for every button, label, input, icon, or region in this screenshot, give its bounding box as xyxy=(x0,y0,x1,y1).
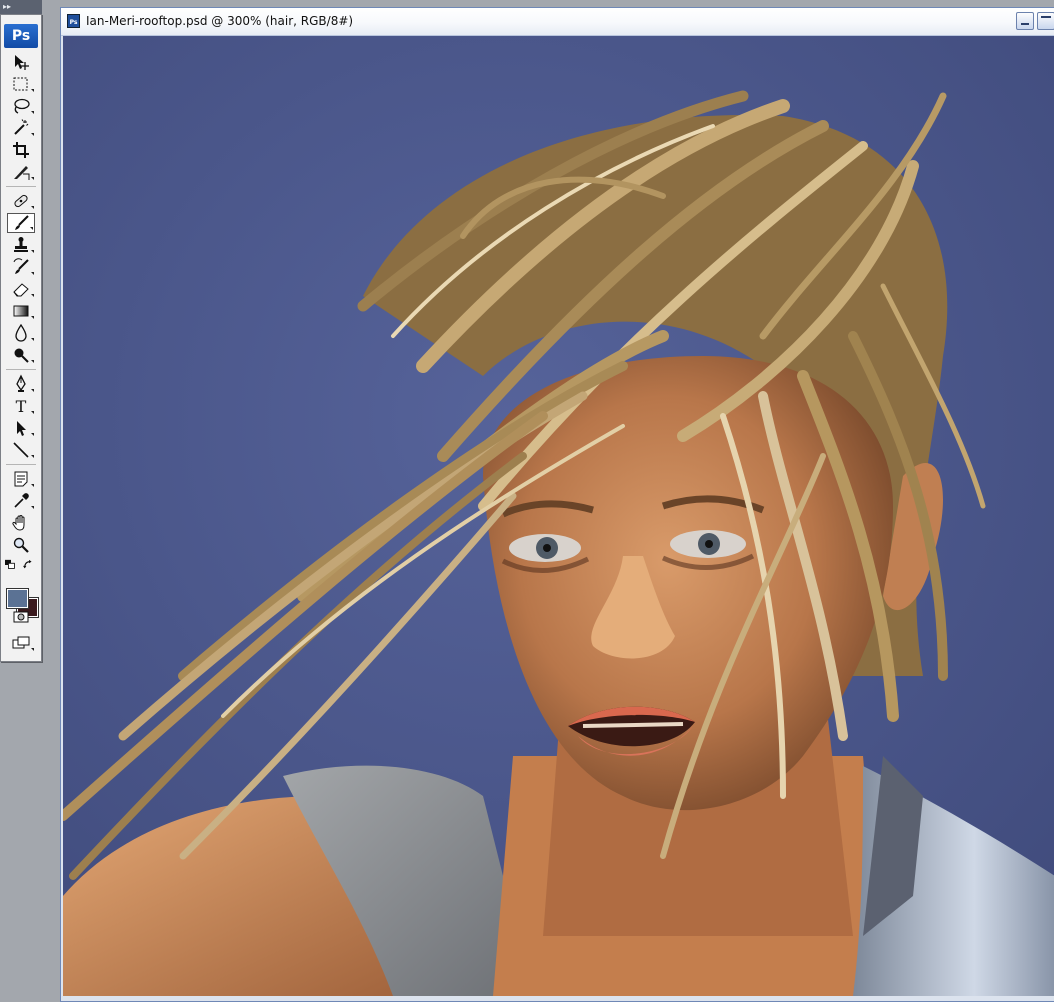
crop-tool-button[interactable] xyxy=(7,140,35,160)
photoshop-logo[interactable]: Ps xyxy=(4,24,38,48)
maximize-icon xyxy=(1041,16,1051,18)
hand-tool-button[interactable] xyxy=(7,513,35,533)
clone-stamp-tool-icon xyxy=(14,237,28,252)
path-selection-tool-button[interactable] xyxy=(7,418,35,438)
blur-tool-icon xyxy=(15,323,27,342)
screen-mode-button[interactable] xyxy=(7,633,35,653)
screen-mode-icon xyxy=(12,636,30,649)
foreground-color-swatch[interactable] xyxy=(6,588,29,609)
quick-mask-button[interactable] xyxy=(7,607,35,627)
type-tool-icon: T xyxy=(15,396,27,416)
move-tool-icon xyxy=(15,55,29,70)
history-brush-tool-icon xyxy=(13,258,29,274)
default-colors-icon xyxy=(5,559,15,569)
notes-tool-button[interactable] xyxy=(7,469,35,489)
healing-brush-tool-button[interactable] xyxy=(7,191,35,211)
gradient-tool-button[interactable] xyxy=(7,301,35,321)
minimize-button[interactable] xyxy=(1016,12,1034,30)
move-tool-button[interactable] xyxy=(7,52,35,72)
lasso-tool-button[interactable] xyxy=(7,96,35,116)
pen-tool-button[interactable] xyxy=(7,374,35,394)
marquee-tool-icon xyxy=(13,77,28,91)
path-selection-tool-icon xyxy=(17,421,26,436)
document-window: Ps Ian-Meri-rooftop.psd @ 300% (hair, RG… xyxy=(60,7,1054,1002)
psd-document-icon: Ps xyxy=(67,14,80,28)
brush-tool-button[interactable] xyxy=(7,213,35,233)
gradient-tool-icon xyxy=(13,305,29,317)
line-tool-button[interactable] xyxy=(7,440,35,460)
zoom-tool-button[interactable] xyxy=(7,535,35,555)
tools-panel: Ps T xyxy=(0,14,42,662)
crop-tool-icon xyxy=(13,142,29,158)
magic-wand-tool-button[interactable] xyxy=(7,118,35,138)
hand-tool-icon xyxy=(12,515,25,531)
swap-colors-icon xyxy=(23,559,32,569)
zoom-tool-icon xyxy=(13,537,29,553)
marquee-tool-button[interactable] xyxy=(7,74,35,94)
eyedropper-tool-button[interactable] xyxy=(7,491,35,511)
line-tool-icon xyxy=(13,442,29,458)
lasso-tool-icon xyxy=(14,98,30,114)
pen-tool-icon xyxy=(16,374,26,392)
blur-tool-button[interactable] xyxy=(7,323,35,343)
toolbox-grip[interactable]: ▸▸ xyxy=(0,0,42,14)
healing-brush-tool-icon xyxy=(14,194,28,208)
dodge-tool-icon xyxy=(14,348,29,363)
dodge-tool-button[interactable] xyxy=(7,345,35,365)
document-titlebar[interactable]: Ps Ian-Meri-rooftop.psd @ 300% (hair, RG… xyxy=(61,8,1054,36)
history-brush-tool-button[interactable] xyxy=(7,257,35,277)
eraser-tool-button[interactable] xyxy=(7,279,35,299)
portrait-artwork xyxy=(63,36,1054,996)
slice-tool-button[interactable] xyxy=(7,162,35,182)
minimize-icon xyxy=(1021,23,1029,25)
maximize-button[interactable] xyxy=(1037,12,1054,30)
svg-text:Ps: Ps xyxy=(70,19,78,26)
eyedropper-tool-icon xyxy=(14,493,29,508)
brush-tool-icon xyxy=(15,215,29,230)
swap-colors-button[interactable] xyxy=(21,558,37,572)
document-title: Ian-Meri-rooftop.psd @ 300% (hair, RGB/8… xyxy=(86,14,354,28)
magic-wand-tool-icon xyxy=(14,119,29,135)
notes-tool-icon xyxy=(14,471,28,487)
slice-tool-icon xyxy=(14,166,30,180)
type-tool-button[interactable]: T xyxy=(7,396,35,416)
clone-stamp-tool-button[interactable] xyxy=(7,235,35,255)
image-canvas[interactable] xyxy=(63,36,1054,996)
quick-mask-icon xyxy=(13,611,29,623)
default-colors-button[interactable] xyxy=(3,558,19,572)
eraser-tool-icon xyxy=(13,283,29,297)
